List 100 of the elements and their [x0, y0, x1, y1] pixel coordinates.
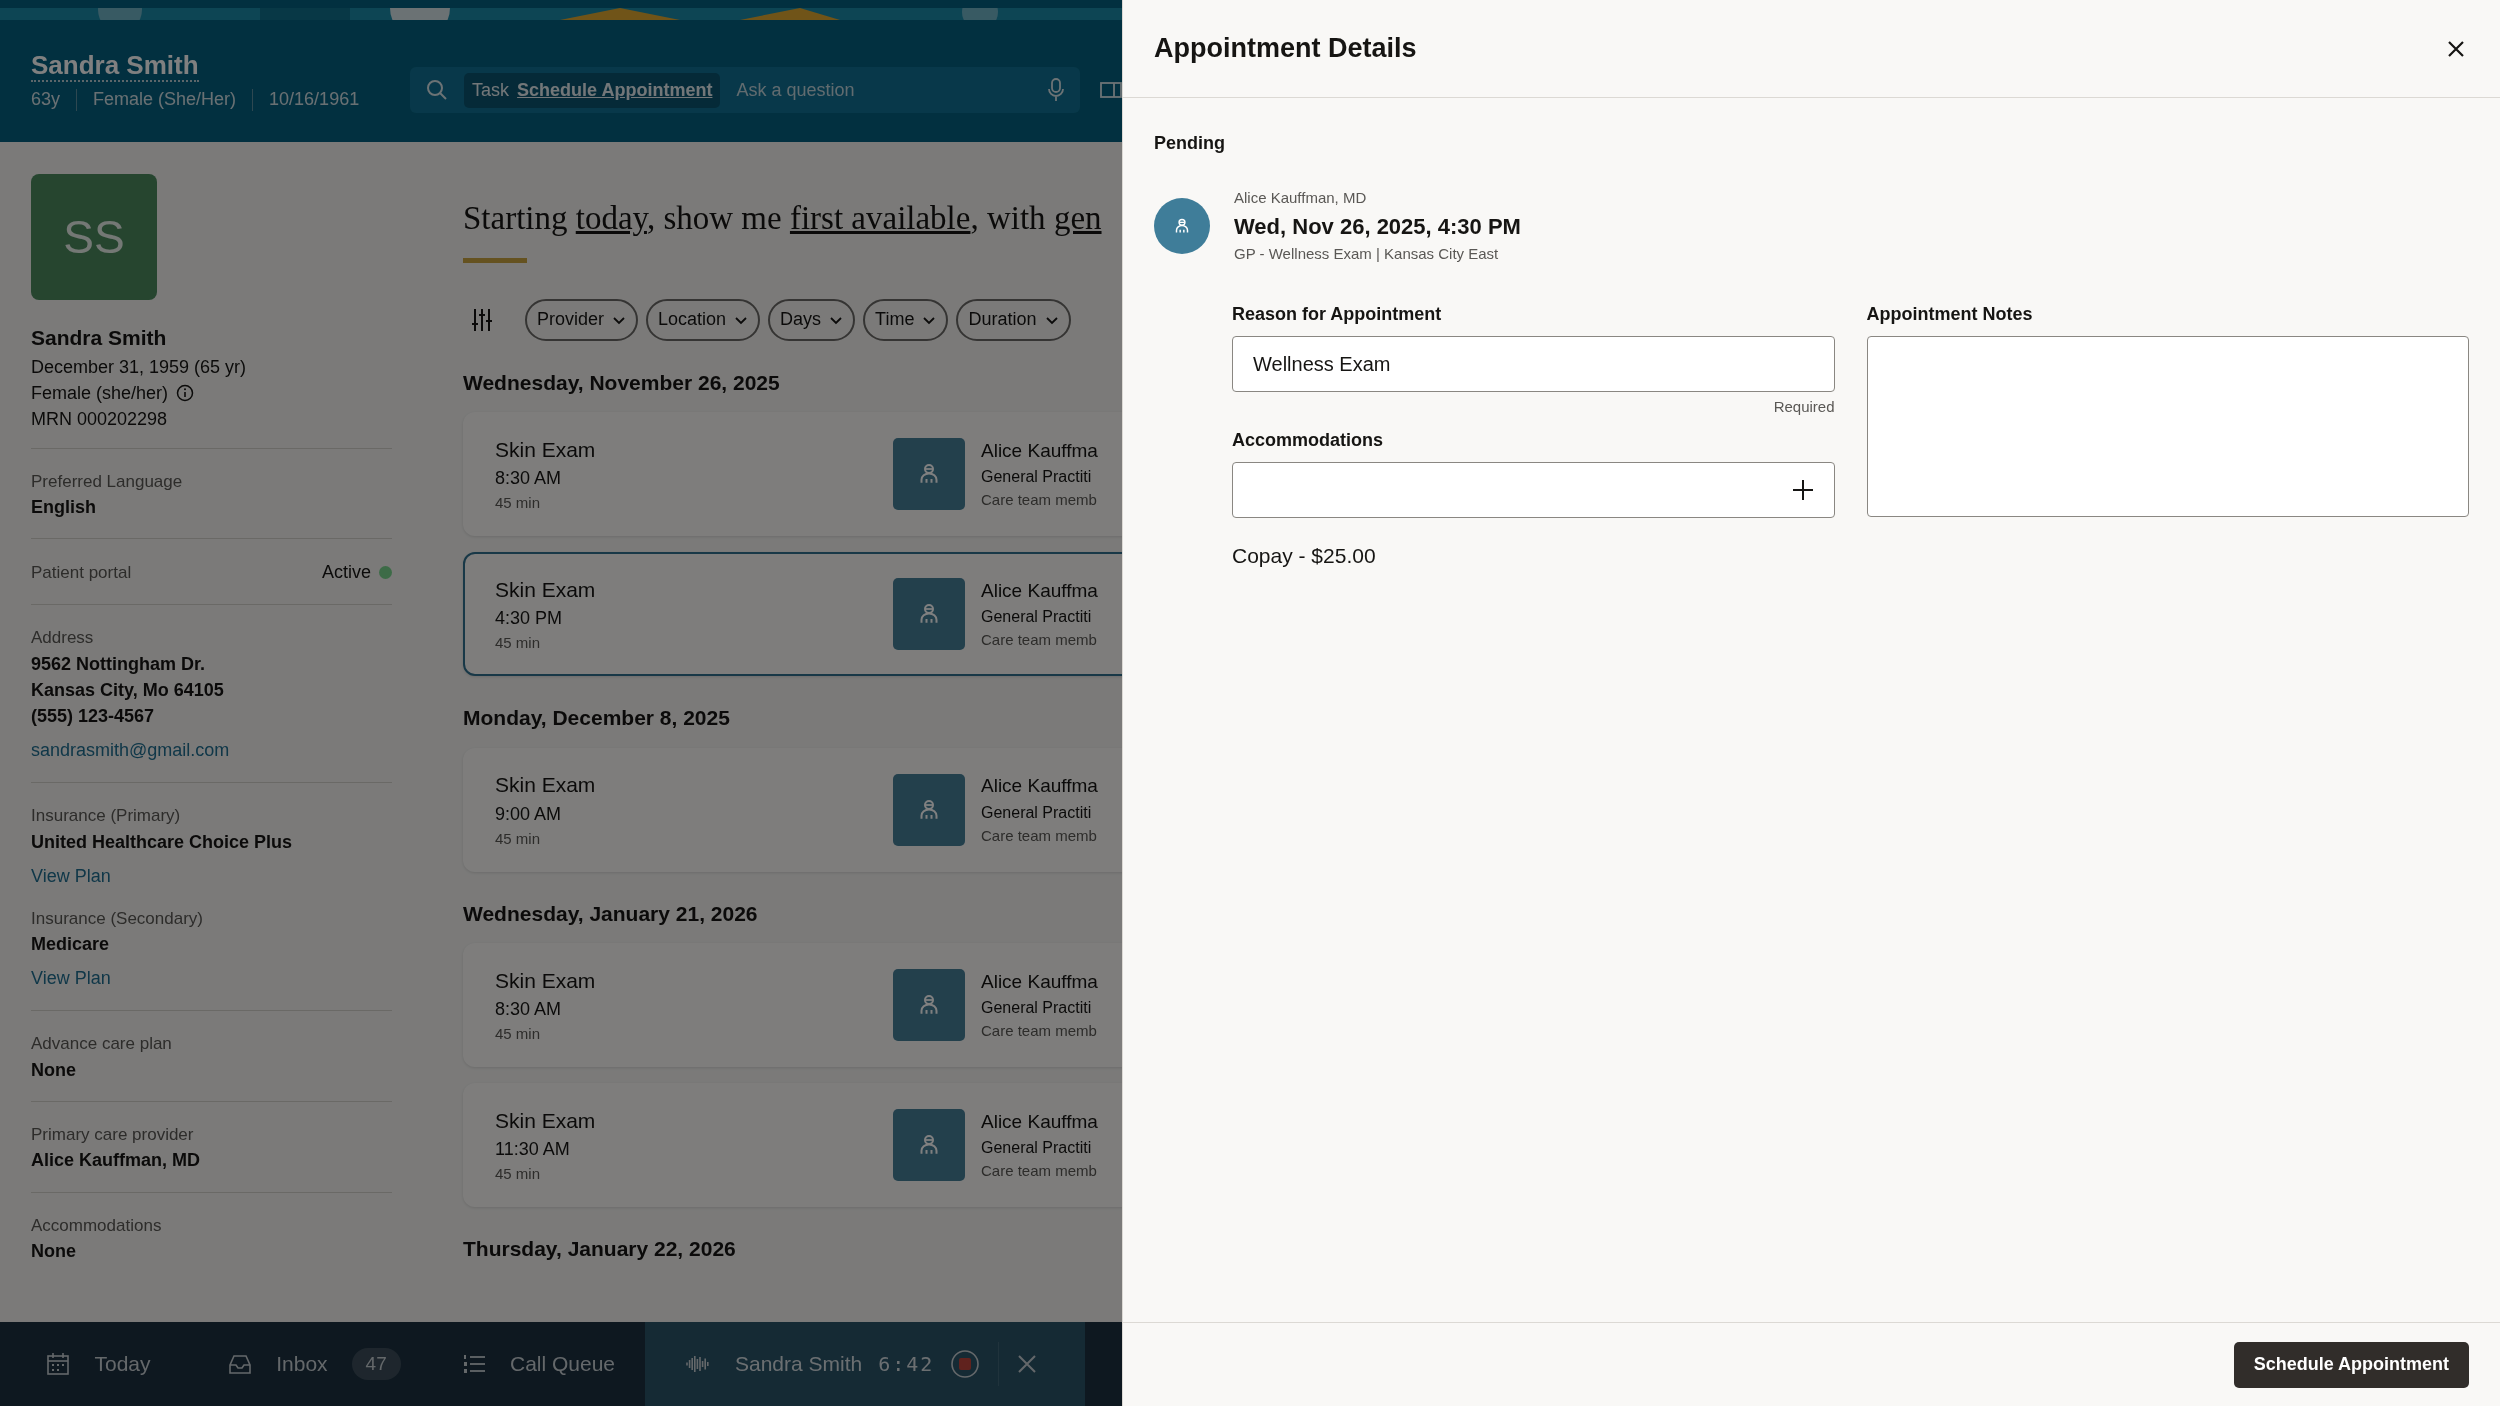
- field-value: None: [31, 1058, 77, 1082]
- calendar-icon: [46, 1352, 71, 1376]
- provider-role: Care team memb: [981, 1161, 1098, 1181]
- field-label: Accommodations: [1232, 428, 1385, 452]
- prompt-sentence: Starting today, show me first available, with gen: [463, 199, 1103, 238]
- slot-duration: 45 min: [495, 493, 542, 513]
- provider-name: Alice Kauffma: [981, 578, 1098, 603]
- accommodations-field[interactable]: [1232, 461, 1835, 518]
- provider-specialty: General Practiti: [981, 998, 1093, 1018]
- slot-time: 4:30 PM: [495, 607, 564, 630]
- slot-title: Skin Exam: [495, 436, 597, 463]
- patient-fact: Female (She/Her): [93, 88, 237, 111]
- bottom-nav-item[interactable]: Call Queue: [432, 1322, 645, 1406]
- slot-title: Skin Exam: [495, 1107, 597, 1134]
- accent-bar: [463, 257, 527, 263]
- slot-title: Skin Exam: [495, 967, 597, 994]
- info-icon[interactable]: [176, 383, 195, 402]
- patient-name: Sandra Smith: [31, 325, 168, 351]
- filter-dropdown[interactable]: Time: [863, 298, 949, 341]
- microphone-icon[interactable]: [1048, 78, 1064, 102]
- search-icon: [426, 79, 449, 101]
- field-label: Preferred Language: [31, 470, 184, 493]
- appointment-slot-card[interactable]: Skin Exam 9:00 AM 45 min Alice Kauffma General Practiti Care team memb: [463, 747, 1122, 872]
- slot-duration: 45 min: [495, 828, 542, 849]
- copay-text: Copay - $25.00: [1232, 542, 1377, 569]
- appointment-slot-card[interactable]: Skin Exam 8:30 AM 45 min Alice Kauffma General Practiti Care team memb: [463, 943, 1122, 1067]
- slot-time: 8:30 AM: [495, 467, 563, 490]
- filter-dropdown[interactable]: Provider: [525, 298, 639, 341]
- field-label: Insurance (Secondary): [31, 907, 204, 930]
- provider-specialty: General Practiti: [981, 1138, 1093, 1158]
- provider-role: Care team memb: [981, 1021, 1098, 1041]
- bottom-nav-item[interactable]: Today: [0, 1322, 197, 1406]
- field-label: Advance care plan: [31, 1033, 173, 1056]
- slot-title: Skin Exam: [495, 576, 597, 603]
- appointment-status: Pending: [1154, 132, 1226, 155]
- bottom-nav-item[interactable]: Inbox 47: [197, 1322, 432, 1406]
- patient-detail: December 31, 1959 (65 yr): [31, 355, 247, 379]
- close-icon[interactable]: [1017, 1354, 1038, 1374]
- provider-specialty: General Practiti: [981, 467, 1093, 487]
- slot-duration: 45 min: [495, 633, 542, 653]
- record-stop-icon[interactable]: [950, 1349, 981, 1379]
- provider-name: Alice Kauffma: [981, 969, 1098, 994]
- field-value: (555) 123-4567: [31, 705, 156, 729]
- field-label: Reason for Appointment: [1232, 303, 1443, 326]
- reason-input[interactable]: Wellness Exam: [1232, 336, 1835, 392]
- field-value: None: [31, 1240, 77, 1264]
- slot-time: 9:00 AM: [495, 802, 563, 826]
- provider-role: Care team memb: [981, 490, 1098, 510]
- filter-dropdown[interactable]: Location: [646, 298, 761, 341]
- link[interactable]: View Plan: [31, 862, 111, 890]
- date-heading: Wednesday, January 21, 2026: [463, 900, 759, 927]
- provider-role: Care team memb: [981, 630, 1098, 650]
- filter-dropdown[interactable]: Duration: [956, 298, 1071, 341]
- patient-avatar: SS: [31, 174, 157, 300]
- slot-duration: 45 min: [495, 1164, 542, 1184]
- appointment-datetime: Wed, Nov 26, 2025, 4:30 PM: [1234, 212, 1521, 241]
- provider-role: Care team memb: [981, 825, 1098, 846]
- inbox-tray-icon: [228, 1352, 253, 1376]
- filter-sliders-icon[interactable]: [471, 307, 493, 332]
- link[interactable]: sandrasmith@gmail.com: [31, 737, 230, 765]
- patient-detail: Female (she/her): [31, 381, 169, 405]
- panel-toggle-icon[interactable]: [1100, 82, 1122, 98]
- link[interactable]: View Plan: [31, 965, 111, 993]
- provider-name: Alice Kauffma: [981, 774, 1098, 798]
- count-badge: 47: [351, 1347, 401, 1381]
- schedule-button[interactable]: Schedule Appointment: [2233, 1341, 2469, 1388]
- field-label: Insurance (Primary): [31, 805, 182, 828]
- appointment-slot-card[interactable]: Skin Exam 4:30 PM 45 min Alice Kauffma General Practiti Care team memb: [463, 552, 1122, 676]
- field-label: Accommodations: [31, 1214, 163, 1237]
- patient-name[interactable]: Sandra Smith: [31, 50, 199, 82]
- date-heading: Wednesday, November 26, 2025: [463, 369, 781, 396]
- field-label: Address: [31, 627, 95, 650]
- date-heading: Thursday, January 22, 2026: [463, 1236, 737, 1262]
- provider-name: Alice Kauffman, MD: [1234, 188, 1368, 208]
- patient-detail: MRN 000202298: [31, 407, 168, 431]
- caller-name: Sandra Smith: [735, 1351, 863, 1378]
- appointment-slot-card[interactable]: Skin Exam 11:30 AM 45 min Alice Kauffma General Practiti Care team memb: [463, 1083, 1122, 1207]
- field-value: Medicare: [31, 933, 111, 957]
- field-value: Kansas City, Mo 64105: [31, 678, 225, 702]
- task-link[interactable]: Schedule Appointment: [517, 76, 713, 104]
- date-heading: Monday, December 8, 2025: [463, 705, 731, 731]
- field-label: Primary care provider: [31, 1123, 195, 1146]
- patient-fact: 63y: [31, 88, 61, 111]
- required-hint: Required: [1772, 397, 1835, 417]
- field-value: 9562 Nottingham Dr.: [31, 652, 207, 676]
- patient-fact: 10/16/1961: [269, 88, 360, 111]
- field-label: Patient portal: [31, 562, 132, 585]
- search-bar[interactable]: Task Schedule Appointment Ask a question: [410, 67, 1080, 113]
- close-icon: [2447, 39, 2465, 58]
- plus-icon: [1791, 478, 1814, 501]
- field-label: Appointment Notes: [1866, 303, 2034, 326]
- field-value: English: [31, 496, 97, 520]
- numbered-list-icon: [461, 1352, 486, 1376]
- slot-duration: 45 min: [495, 1024, 542, 1044]
- appointment-slot-card[interactable]: Skin Exam 8:30 AM 45 min Alice Kauffma General Practiti Care team memb: [463, 412, 1122, 536]
- status-text: Active: [321, 561, 371, 585]
- filter-dropdown[interactable]: Days: [768, 298, 856, 341]
- field-value: Alice Kauffman, MD: [31, 1149, 202, 1173]
- slot-time: 11:30 AM: [495, 1138, 571, 1161]
- provider-specialty: General Practiti: [981, 802, 1093, 823]
